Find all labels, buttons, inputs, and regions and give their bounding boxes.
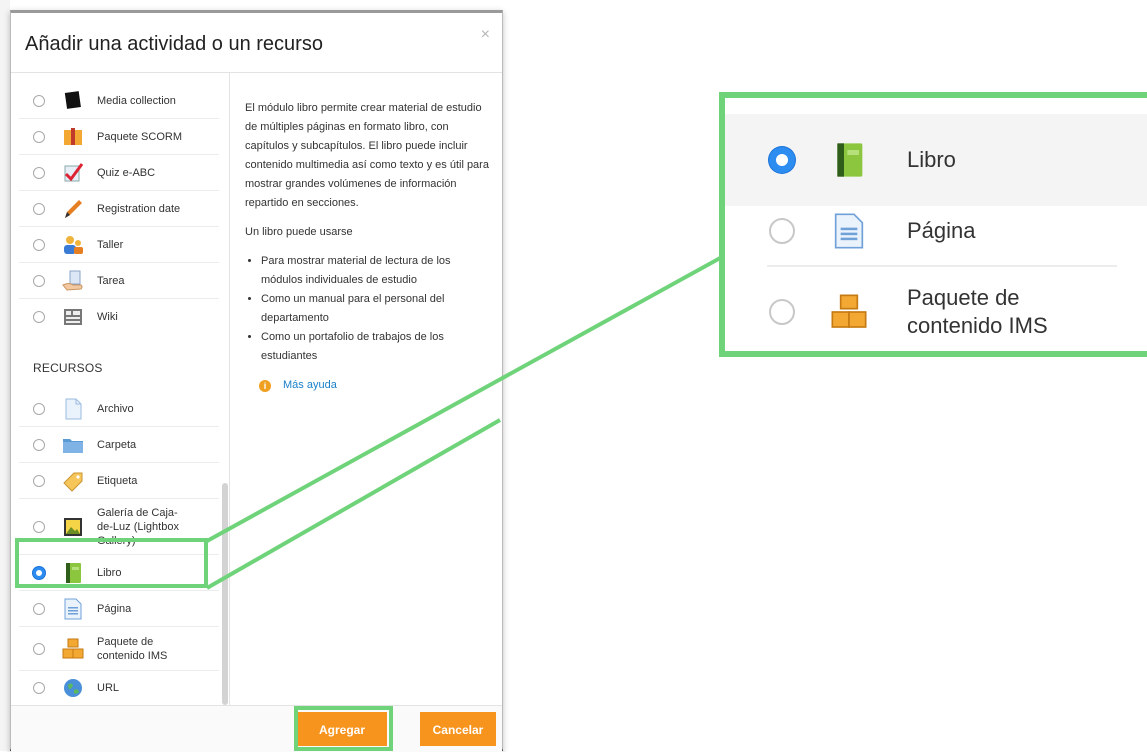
zoom-callout: Libro Página Paquete de contenido IMS bbox=[719, 92, 1147, 357]
connector-line-bottom bbox=[206, 418, 501, 590]
option-label: Paquete de contenido IMS bbox=[907, 285, 1048, 338]
radio-button[interactable] bbox=[769, 299, 795, 325]
page-icon bbox=[834, 213, 864, 249]
radio-button[interactable] bbox=[769, 218, 795, 244]
ims-package-icon bbox=[831, 294, 867, 328]
option-label: Libro bbox=[907, 147, 956, 172]
zoom-option-pagina[interactable]: Página bbox=[725, 198, 1147, 264]
option-label: Página bbox=[907, 218, 976, 243]
book-icon bbox=[837, 143, 863, 177]
zoom-option-ims[interactable]: Paquete de contenido IMS bbox=[725, 270, 1147, 351]
divider bbox=[767, 265, 1117, 267]
zoom-option-libro[interactable]: Libro bbox=[725, 114, 1147, 206]
radio-button-selected[interactable] bbox=[769, 147, 795, 173]
connector-line-top bbox=[206, 255, 723, 543]
